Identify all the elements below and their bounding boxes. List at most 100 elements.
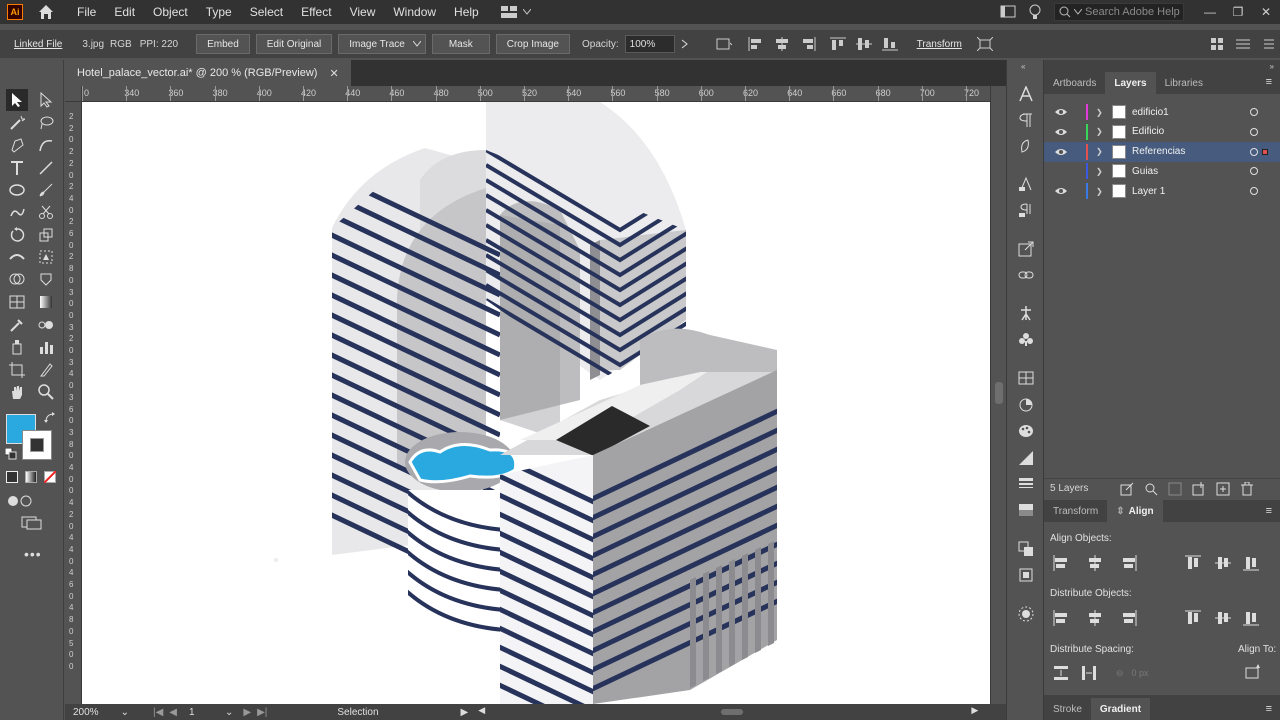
visibility-eye-icon[interactable]: [1054, 108, 1068, 116]
edit-original-button[interactable]: Edit Original: [255, 34, 333, 54]
shaper-tool-icon[interactable]: [6, 201, 28, 223]
properties-icon[interactable]: [1234, 35, 1252, 53]
curvature-tool-icon[interactable]: [35, 134, 57, 156]
line-tool-icon[interactable]: [35, 157, 57, 179]
draw-mode-icon[interactable]: [7, 494, 33, 508]
magic-wand-tool-icon[interactable]: [6, 112, 28, 134]
horizontal-scrollbar[interactable]: ◀ ▶: [478, 705, 978, 717]
menu-file[interactable]: File: [77, 5, 96, 19]
status-menu-arrow[interactable]: ▶: [461, 707, 469, 718]
tab-gradient[interactable]: Gradient: [1090, 698, 1151, 720]
transform-link[interactable]: Transform: [917, 39, 962, 50]
perspective-grid-tool-icon[interactable]: [6, 291, 28, 313]
visibility-eye-icon[interactable]: [1054, 187, 1068, 195]
screen-mode-icon[interactable]: [21, 516, 43, 530]
align-right-icon[interactable]: [799, 35, 817, 53]
isolate-icon[interactable]: [976, 35, 994, 53]
paintbrush-tool-icon[interactable]: [35, 179, 57, 201]
stroke-swatch[interactable]: [22, 430, 52, 460]
vertical-ruler[interactable]: 2202202402602803003203403603804004204404…: [65, 102, 82, 704]
embed-button[interactable]: Embed: [196, 34, 250, 54]
gradient-panel-icon[interactable]: [1017, 449, 1035, 467]
gradient-tool-icon[interactable]: [35, 291, 57, 313]
color-mode-button[interactable]: [6, 471, 18, 483]
layer-row[interactable]: ❯ Referencias: [1044, 141, 1280, 162]
clipping-mask-icon[interactable]: [1168, 482, 1182, 496]
menu-view[interactable]: View: [350, 5, 376, 19]
appearance-icon[interactable]: [1017, 605, 1035, 623]
align-bottom-icon[interactable]: [1242, 554, 1260, 572]
export-layer-icon[interactable]: [1120, 482, 1134, 496]
hotel-building-artwork[interactable]: [82, 102, 990, 704]
color-guide-icon[interactable]: [1017, 396, 1035, 414]
free-transform-tool-icon[interactable]: [35, 246, 57, 268]
distribute-hcenter-icon[interactable]: [1214, 609, 1232, 627]
layer-row[interactable]: ❯ edificio1: [1044, 102, 1280, 122]
search-help-input[interactable]: Search Adobe Help: [1054, 3, 1184, 21]
artboard-number[interactable]: 1: [189, 707, 225, 718]
align-left-icon[interactable]: [747, 35, 765, 53]
align-hcenter-icon[interactable]: [773, 35, 791, 53]
character-icon[interactable]: [1017, 85, 1035, 103]
close-button[interactable]: ✕: [1252, 5, 1280, 19]
pathfinder-icon[interactable]: [1017, 540, 1035, 558]
close-tab-icon[interactable]: ✕: [329, 67, 338, 80]
menu-select[interactable]: Select: [250, 5, 283, 19]
recolor-icon[interactable]: [715, 35, 733, 53]
panel-menu-icon[interactable]: ≡: [1266, 76, 1272, 88]
eyedropper-tool-icon[interactable]: [6, 314, 28, 336]
distribute-vcenter-icon[interactable]: [1086, 609, 1104, 627]
transparency-icon[interactable]: [1017, 501, 1035, 519]
align-bottom-icon[interactable]: [881, 35, 899, 53]
artboard-tool-icon[interactable]: [6, 359, 28, 381]
slice-tool-icon[interactable]: [35, 359, 57, 381]
collapse-strip-icon[interactable]: «: [1021, 62, 1025, 71]
distribute-right-icon[interactable]: [1242, 609, 1260, 627]
paragraph-styles-icon[interactable]: [1017, 201, 1035, 219]
linked-filename[interactable]: 3.jpg: [82, 39, 104, 50]
crop-image-button[interactable]: Crop Image: [495, 34, 570, 54]
new-sublayer-icon[interactable]: [1192, 481, 1206, 496]
layer-row[interactable]: ❯ Layer 1: [1044, 181, 1280, 201]
swatches-icon[interactable]: [1017, 369, 1035, 387]
layer-name[interactable]: Referencias: [1132, 146, 1250, 157]
visibility-eye-icon[interactable]: [1054, 148, 1068, 156]
none-mode-icon[interactable]: [44, 471, 56, 483]
links-icon[interactable]: [1017, 266, 1035, 284]
zoom-level-select[interactable]: 200% ⌄: [73, 707, 133, 718]
menu-window[interactable]: Window: [393, 5, 436, 19]
tab-stroke[interactable]: Stroke: [1044, 698, 1091, 720]
image-trace-button[interactable]: Image Trace: [338, 34, 426, 54]
align-to-selection-icon[interactable]: [1244, 664, 1262, 682]
distribute-top-icon[interactable]: [1052, 609, 1070, 627]
layer-name[interactable]: Edificio: [1132, 126, 1250, 137]
expand-chevron-icon[interactable]: ❯: [1096, 108, 1104, 117]
transform-panel-icon[interactable]: [1017, 566, 1035, 584]
align-vcenter-icon[interactable]: [1214, 554, 1232, 572]
layer-name[interactable]: edificio1: [1132, 107, 1250, 118]
lasso-tool-icon[interactable]: [35, 112, 57, 134]
puppet-warp-icon[interactable]: [1017, 304, 1035, 322]
layer-row[interactable]: ❯ Guias: [1044, 161, 1280, 181]
align-hcenter-icon[interactable]: [1086, 554, 1104, 572]
linked-file-label[interactable]: Linked File: [14, 39, 62, 50]
width-tool-icon[interactable]: [6, 246, 28, 268]
expand-chevron-icon[interactable]: ❯: [1096, 167, 1104, 176]
menu-effect[interactable]: Effect: [301, 5, 331, 19]
layer-name[interactable]: Guias: [1132, 166, 1250, 177]
menu-help[interactable]: Help: [454, 5, 479, 19]
type-tool-icon[interactable]: [6, 157, 28, 179]
expand-chevron-icon[interactable]: ❯: [1096, 147, 1104, 156]
spacing-input[interactable]: ⊖ 0 px: [1112, 664, 1192, 682]
zoom-tool-icon[interactable]: [35, 381, 57, 403]
scissors-tool-icon[interactable]: [35, 201, 57, 223]
align-vcenter-icon[interactable]: [855, 35, 873, 53]
menu-type[interactable]: Type: [206, 5, 232, 19]
distribute-bottom-icon[interactable]: [1120, 609, 1138, 627]
column-graph-tool-icon[interactable]: [35, 336, 57, 358]
selection-tool-icon[interactable]: [6, 89, 28, 111]
workspace-switcher[interactable]: [500, 5, 531, 19]
arrange-documents-icon[interactable]: [1000, 5, 1016, 19]
home-icon[interactable]: [37, 3, 55, 21]
panel-menu-icon[interactable]: ≡: [1266, 703, 1272, 715]
